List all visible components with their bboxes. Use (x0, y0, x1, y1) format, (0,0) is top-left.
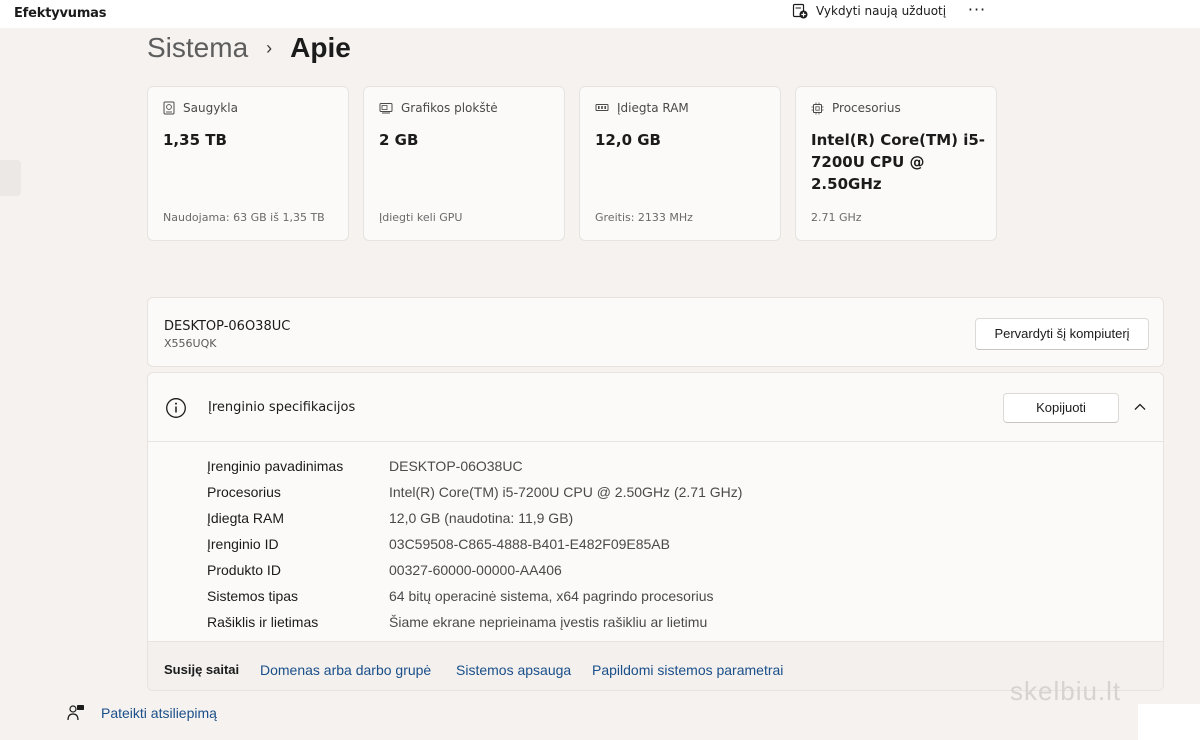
spec-row-ram: Įdiegta RAM 12,0 GB (naudotina: 11,9 GB) (207, 505, 742, 531)
app-title: Efektyvumas (14, 6, 107, 21)
spec-row-system-type: Sistemos tipas 64 bitų operacinė sistema… (207, 583, 742, 609)
info-icon (166, 398, 186, 418)
specifications-list: Įrenginio pavadinimas DESKTOP-06O38UC Pr… (207, 453, 742, 635)
spec-label: Įrenginio ID (207, 536, 279, 552)
feedback-icon (67, 705, 84, 721)
storage-icon (163, 101, 175, 115)
spec-value: 12,0 GB (naudotina: 11,9 GB) (389, 510, 574, 526)
link-domain-workgroup[interactable]: Domenas arba darbo grupė (260, 662, 431, 678)
give-feedback-link[interactable]: Pateikti atsiliepimą (67, 704, 217, 722)
watermark: skelbiu.lt (1010, 676, 1122, 706)
card-gpu: Grafikos plokštė 2 GB Įdiegti keli GPU (363, 86, 565, 241)
gpu-icon (379, 103, 393, 114)
spec-row-pen-touch: Rašiklis ir lietimas Šiame ekrane neprie… (207, 609, 742, 635)
link-system-protection[interactable]: Sistemos apsauga (456, 662, 571, 678)
run-new-task-button[interactable]: Vykdyti naują užduotį (792, 3, 946, 19)
processor-icon (811, 102, 824, 114)
card-title: Įdiegta RAM (617, 101, 689, 115)
device-specifications-panel: Įrenginio specifikacijos Kopijuoti Įreng… (147, 372, 1164, 691)
spec-label: Įrenginio pavadinimas (207, 458, 344, 474)
related-links-title: Susiję saitai (164, 662, 240, 677)
card-title: Saugykla (183, 101, 238, 115)
breadcrumb-parent[interactable]: Sistema (147, 32, 248, 64)
card-value: 2 GB (379, 131, 419, 149)
spec-label: Sistemos tipas (207, 588, 299, 604)
card-processor: Procesorius Intel(R) Core(TM) i5-7200U C… (795, 86, 997, 241)
spec-value: Šiame ekrane neprieinama įvestis rašikli… (389, 614, 708, 630)
sidebar-edge (0, 160, 21, 196)
card-subtext: Greitis: 2133 MHz (595, 211, 693, 224)
spec-row-product-id: Produkto ID 00327-60000-00000-AA406 (207, 557, 742, 583)
device-model: X556UQK (164, 337, 217, 350)
rename-pc-button[interactable]: Pervardyti šį kompiuterį (975, 318, 1149, 350)
spec-value: Intel(R) Core(TM) i5-7200U CPU @ 2.50GHz… (389, 484, 743, 500)
card-value: 12,0 GB (595, 131, 661, 149)
spec-value: 00327-60000-00000-AA406 (389, 562, 562, 578)
specifications-header[interactable]: Įrenginio specifikacijos Kopijuoti (148, 373, 1163, 442)
specifications-title: Įrenginio specifikacijos (208, 400, 356, 415)
spec-row-device-id: Įrenginio ID 03C59508-C865-4888-B401-E48… (207, 531, 742, 557)
chevron-up-icon[interactable] (1130, 397, 1150, 417)
breadcrumb: Sistema › Apie (147, 32, 351, 64)
more-options-button[interactable]: ··· (962, 0, 992, 24)
spec-label: Rašiklis ir lietimas (207, 614, 319, 630)
card-title: Grafikos plokštė (401, 101, 498, 115)
copy-button[interactable]: Kopijuoti (1003, 393, 1119, 423)
spec-value: 03C59508-C865-4888-B401-E482F09E85AB (389, 536, 670, 552)
corner-patch (1138, 704, 1200, 740)
card-subtext: Naudojama: 63 GB iš 1,35 TB (163, 211, 325, 224)
spec-row-processor: Procesorius Intel(R) Core(TM) i5-7200U C… (207, 479, 742, 505)
spec-label: Produkto ID (207, 562, 281, 578)
card-storage: Saugykla 1,35 TB Naudojama: 63 GB iš 1,3… (147, 86, 349, 241)
spec-value: DESKTOP-06O38UC (389, 458, 523, 474)
spec-label: Įdiegta RAM (207, 510, 285, 526)
spec-row-device-name: Įrenginio pavadinimas DESKTOP-06O38UC (207, 453, 742, 479)
new-task-icon (792, 3, 808, 19)
card-value: 1,35 TB (163, 131, 227, 149)
card-ram: Įdiegta RAM 12,0 GB Greitis: 2133 MHz (579, 86, 781, 241)
title-bar: Efektyvumas Vykdyti naują užduotį ··· (0, 0, 1200, 28)
card-subtext: Įdiegti keli GPU (379, 211, 463, 224)
spec-value: 64 bitų operacinė sistema, x64 pagrindo … (389, 588, 714, 604)
card-title: Procesorius (832, 101, 901, 115)
card-value: Intel(R) Core(TM) i5-7200U CPU @ 2.50GHz (811, 131, 986, 193)
spec-label: Procesorius (207, 484, 281, 500)
link-advanced-system-settings[interactable]: Papildomi sistemos parametrai (592, 662, 783, 678)
page-title: Apie (290, 32, 351, 63)
ram-icon (595, 104, 609, 111)
device-name: DESKTOP-06O38UC (164, 319, 291, 334)
chevron-right-icon: › (266, 37, 273, 58)
run-task-label: Vykdyti naują užduotį (816, 4, 947, 18)
device-panel: DESKTOP-06O38UC X556UQK Pervardyti šį ko… (147, 297, 1164, 367)
card-subtext: 2.71 GHz (811, 211, 862, 224)
feedback-label: Pateikti atsiliepimą (101, 705, 217, 721)
